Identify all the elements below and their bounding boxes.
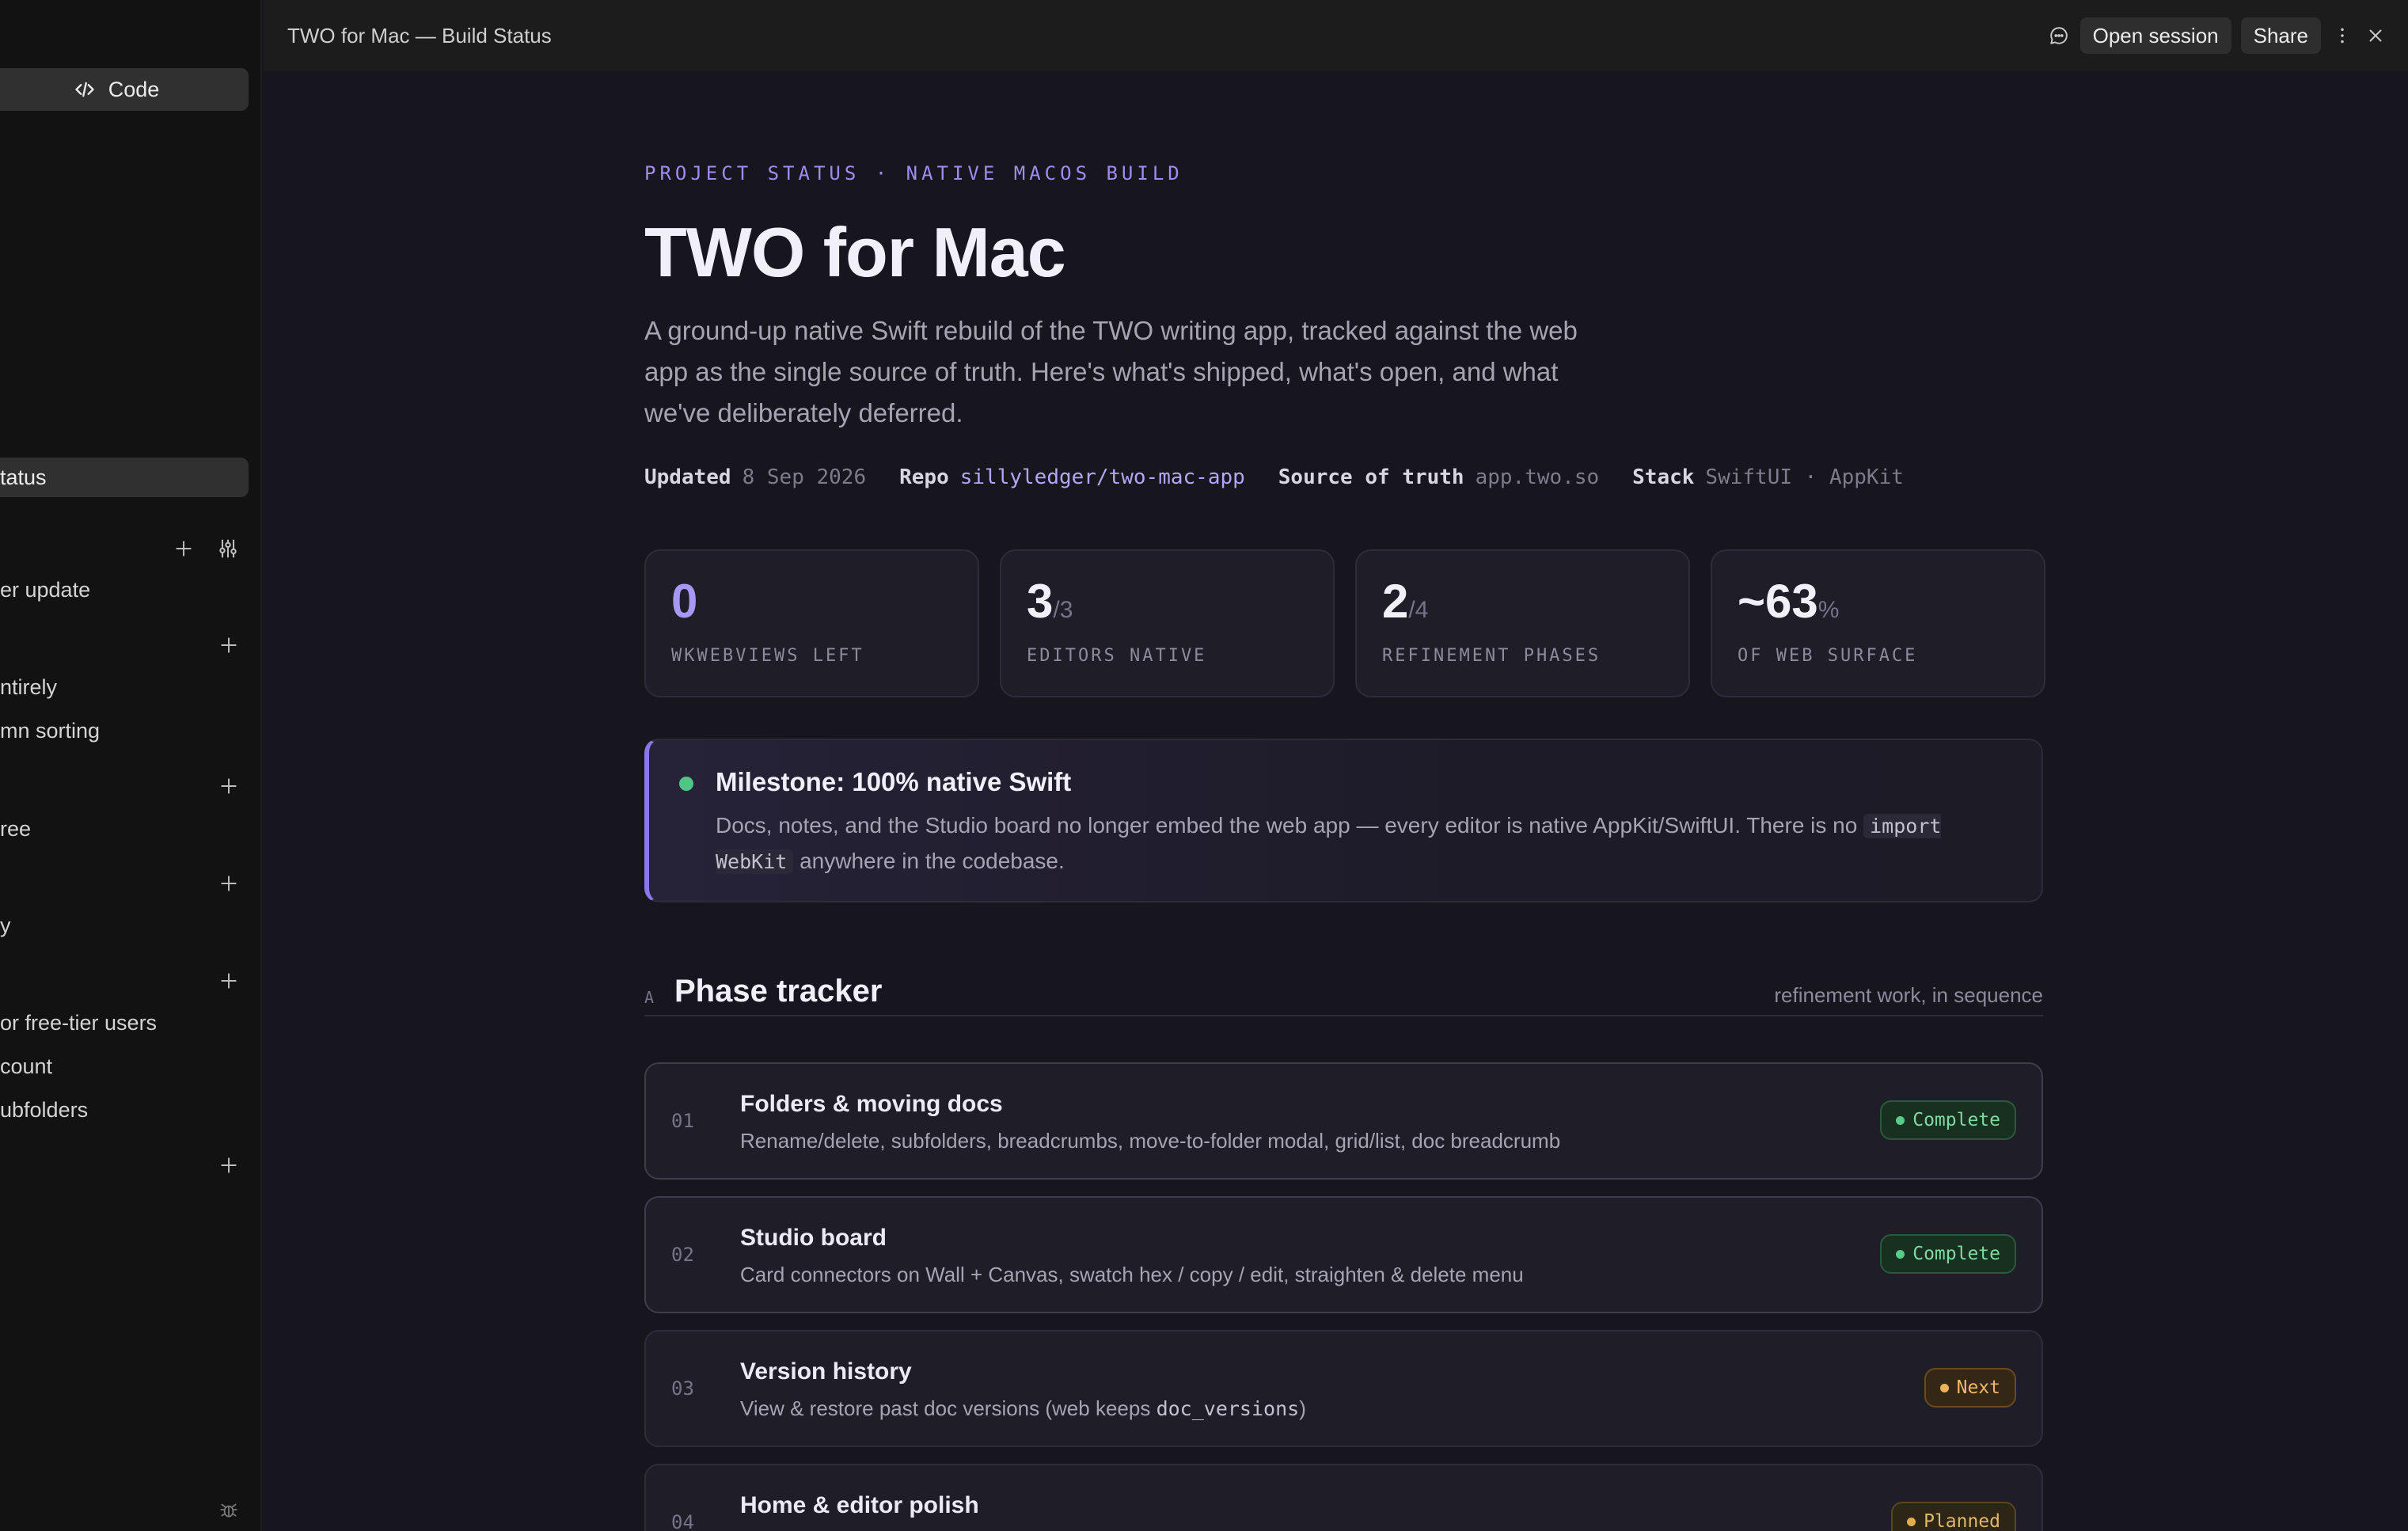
stat-card: 0 WKWEBVIEWS LEFT (644, 549, 979, 697)
phase-number: 01 (671, 1110, 694, 1132)
phase-description: View & restore past doc versions (web ke… (740, 1396, 1306, 1420)
more-options-icon[interactable] (2330, 24, 2354, 47)
phase-number: 02 (671, 1244, 694, 1266)
filter-icon[interactable] (217, 538, 239, 560)
stat-label: OF WEB SURFACE (1738, 646, 1918, 666)
add-icon[interactable] (218, 635, 239, 655)
comment-icon[interactable] (2047, 24, 2071, 47)
meta-updated-label: Updated (644, 465, 731, 489)
code-label: Code (108, 77, 160, 101)
meta-updated-value: 8 Sep 2026 (742, 465, 867, 489)
milestone-body: Docs, notes, and the Studio board no lon… (716, 813, 1942, 874)
phase-description: Rename/delete, subfolders, breadcrumbs, … (740, 1129, 1561, 1153)
repo-link[interactable]: sillyledger/two-mac-app (960, 465, 1245, 489)
stat-label: EDITORS NATIVE (1027, 646, 1207, 666)
meta-repo: Repo sillyledger/two-mac-app (899, 465, 1245, 489)
stat-card: 3/3 EDITORS NATIVE (1000, 549, 1335, 697)
section-note: refinement work, in sequence (1774, 983, 2043, 1007)
milestone-title: Milestone: 100% native Swift (716, 767, 1072, 796)
meta-stack: Stack SwiftUI · AppKit (1632, 465, 1904, 489)
phase-row[interactable]: 03 Version history View & restore past d… (644, 1330, 2043, 1447)
phase-tracker-header: A Phase tracker refinement work, in sequ… (644, 974, 2043, 1016)
phase-description: Card connectors on Wall + Canvas, swatch… (740, 1263, 1524, 1286)
meta-source-value: app.two.so (1475, 465, 1600, 489)
stat-card: 2/4 REFINEMENT PHASES (1355, 549, 1690, 697)
phase-row[interactable]: 04 Home & editor polish Planned (644, 1464, 2043, 1531)
stat-value: 3/3 (1027, 575, 1073, 628)
add-icon[interactable] (218, 873, 239, 894)
bug-icon[interactable] (218, 1499, 239, 1520)
meta-repo-label: Repo (899, 465, 949, 489)
section-letter: A (644, 988, 655, 1007)
phase-number: 04 (671, 1511, 694, 1531)
sidebar-item[interactable]: er update (0, 578, 90, 602)
status-badge: Complete (1880, 1100, 2016, 1140)
page-eyebrow: PROJECT STATUS · NATIVE MACOS BUILD (644, 162, 1183, 184)
sidebar-item[interactable]: count (0, 1054, 52, 1079)
open-session-button[interactable]: Open session (2079, 17, 2231, 54)
share-button[interactable]: Share (2240, 17, 2321, 54)
sidebar-item-label: tatus (0, 465, 47, 489)
page-subtitle: A ground-up native Swift rebuild of the … (644, 316, 1578, 427)
stat-value: 0 (671, 575, 698, 628)
window-titlebar: TWO for Mac — Build Status Open session … (264, 0, 2408, 71)
meta-stack-value: SwiftUI · AppKit (1705, 465, 1904, 489)
page-title: TWO for Mac (644, 213, 1066, 291)
sidebar-item[interactable]: mn sorting (0, 719, 100, 743)
stat-card: ~63% OF WEB SURFACE (1711, 549, 2045, 697)
stat-label: REFINEMENT PHASES (1382, 646, 1601, 666)
meta-stack-label: Stack (1632, 465, 1695, 489)
window-title: TWO for Mac — Build Status (287, 23, 552, 47)
add-icon[interactable] (218, 1155, 239, 1176)
sidebar-item[interactable]: ubfolders (0, 1098, 88, 1123)
sidebar-item-active[interactable]: tatus (0, 458, 249, 497)
phase-title: Home & editor polish (740, 1492, 979, 1518)
status-badge: Complete (1880, 1234, 2016, 1274)
meta-updated: Updated 8 Sep 2026 (644, 465, 866, 489)
phase-title: Studio board (740, 1225, 887, 1251)
add-icon[interactable] (173, 538, 194, 559)
sidebar: Code tatus er update ntirely mn sorting … (0, 0, 262, 1531)
stat-value: 2/4 (1382, 575, 1429, 628)
meta-source-label: Source of truth (1278, 465, 1464, 489)
phase-row[interactable]: 02 Studio board Card connectors on Wall … (644, 1196, 2043, 1313)
milestone-callout: Milestone: 100% native Swift Docs, notes… (644, 739, 2043, 902)
phase-number: 03 (671, 1377, 694, 1400)
status-badge: Planned (1891, 1502, 2016, 1531)
add-icon[interactable] (218, 776, 239, 796)
sidebar-item[interactable]: ntirely (0, 675, 57, 700)
close-icon[interactable] (2364, 24, 2387, 47)
sidebar-item[interactable]: or free-tier users (0, 1011, 157, 1035)
status-badge: Next (1924, 1368, 2016, 1408)
project-meta: Updated 8 Sep 2026 Repo sillyledger/two-ma… (644, 465, 1904, 489)
meta-source: Source of truth app.two.so (1278, 465, 1599, 489)
phase-title: Version history (740, 1358, 912, 1385)
stats-row: 0 WKWEBVIEWS LEFT 3/3 EDITORS NATIVE 2/4… (644, 549, 2045, 697)
main-content: PROJECT STATUS · NATIVE MACOS BUILD TWO … (264, 71, 2408, 1531)
phase-title: Folders & moving docs (740, 1091, 1003, 1117)
section-title: Phase tracker (674, 974, 883, 1009)
phase-row[interactable]: 01 Folders & moving docs Rename/delete, … (644, 1062, 2043, 1180)
add-icon[interactable] (218, 971, 239, 991)
code-button[interactable]: Code (0, 68, 249, 111)
sidebar-item[interactable]: ree (0, 817, 31, 841)
status-dot (679, 777, 693, 791)
stat-value: ~63% (1738, 575, 1840, 628)
sidebar-item[interactable]: y (0, 914, 11, 938)
code-icon (74, 78, 96, 101)
stat-label: WKWEBVIEWS LEFT (671, 646, 864, 666)
